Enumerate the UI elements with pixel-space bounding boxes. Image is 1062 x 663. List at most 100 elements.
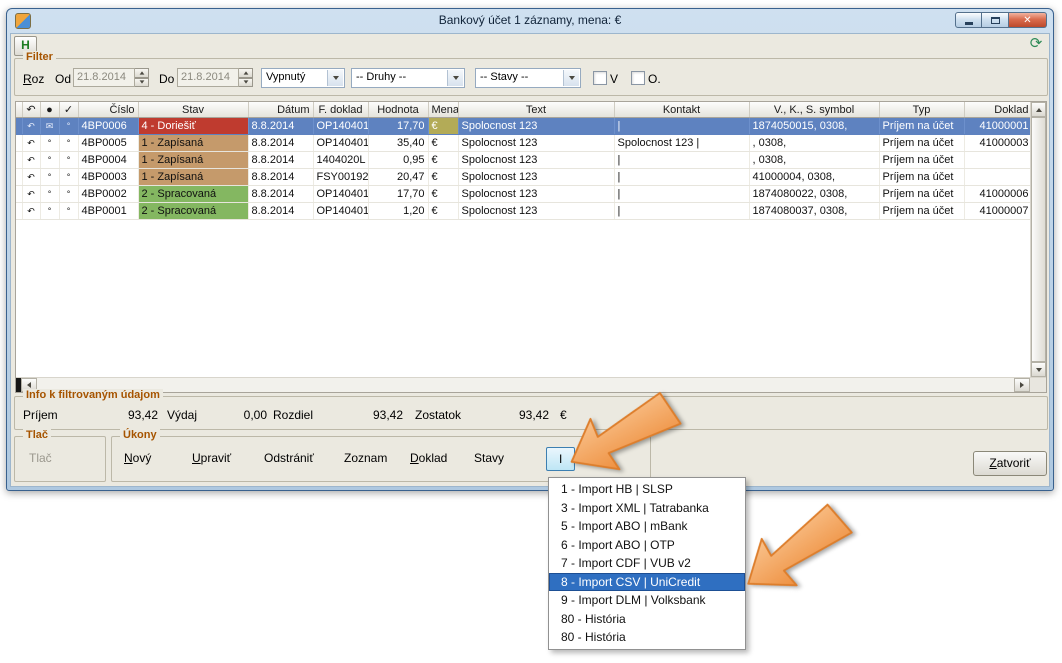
cell-check-icon: ° (59, 118, 78, 135)
action-button-5[interactable]: Doklad (410, 451, 447, 465)
scroll-right-icon[interactable] (1014, 378, 1030, 392)
table-row[interactable]: ↶°°4BP00012 - Spracovaná8.8.2014OP140401… (16, 203, 1032, 220)
column-header-symbol[interactable]: V., K., S. symbol (749, 102, 879, 118)
column-header-kontakt[interactable]: Kontakt (614, 102, 749, 118)
cell-doklad: 41000006 (964, 186, 1032, 203)
cell-check-icon: ° (59, 135, 78, 152)
date-from-value[interactable]: 21.8.2014 (73, 68, 135, 87)
screen: Bankový účet 1 záznamy, mena: € ✕ H ⟳ Fi… (0, 0, 1062, 663)
column-header-check-icon[interactable]: ✓ (59, 102, 78, 118)
druhy-select[interactable]: -- Druhy -- (351, 68, 465, 88)
action-button-1[interactable]: Nový (124, 451, 151, 465)
date-to-spinner[interactable] (239, 68, 253, 87)
column-header-datum[interactable]: Dátum (248, 102, 313, 118)
title-bar[interactable]: Bankový účet 1 záznamy, mena: € ✕ (7, 9, 1053, 32)
spin-down-icon[interactable] (135, 78, 149, 88)
column-header-stav[interactable]: Stav (138, 102, 248, 118)
chevron-down-icon[interactable] (447, 70, 463, 86)
cell-symbol: 1874080037, 0308, (749, 203, 879, 220)
cell-stav: 1 - Zapísaná (138, 152, 248, 169)
column-header-f-doklad[interactable]: F. doklad (313, 102, 368, 118)
roz-label[interactable]: Roz (23, 72, 44, 86)
stavy-select[interactable]: -- Stavy -- (475, 68, 581, 88)
table-row[interactable]: ↶°°4BP00031 - Zapísaná8.8.2014FSY0019220… (16, 169, 1032, 186)
cell-typ: Príjem na účet (879, 203, 964, 220)
column-header-doklad[interactable]: Doklad (964, 102, 1032, 118)
menu-item[interactable]: 3 - Import XML | Tatrabanka (549, 499, 745, 518)
cell-typ: Príjem na účet (879, 118, 964, 135)
minimize-button[interactable] (955, 12, 982, 28)
mode-select[interactable]: Vypnutý (261, 68, 345, 88)
import-menu: 1 - Import HB | SLSP3 - Import XML | Tat… (548, 477, 746, 650)
actions-legend: Úkony (120, 429, 160, 441)
menu-item[interactable]: 5 - Import ABO | mBank (549, 517, 745, 536)
column-header-text[interactable]: Text (458, 102, 614, 118)
cell-cislo: 4BP0006 (78, 118, 138, 135)
cell-check-icon: ° (59, 152, 78, 169)
cell-stav: 2 - Spracovaná (138, 186, 248, 203)
date-to-input[interactable]: 21.8.2014 (177, 68, 253, 87)
column-header-undo-icon[interactable]: ↶ (22, 102, 40, 118)
table-row[interactable]: ↶✉°4BP00064 - Doriešiť8.8.2014OP14040117… (16, 118, 1032, 135)
maximize-button[interactable] (982, 12, 1009, 28)
v-checkbox[interactable] (593, 71, 607, 85)
table-header-row: ↶●✓ČísloStavDátumF. dokladHodnotaMenaTex… (16, 102, 1032, 118)
scroll-up-icon[interactable] (1031, 102, 1046, 117)
spin-up-icon[interactable] (135, 68, 149, 78)
menu-item[interactable]: 1 - Import HB | SLSP (549, 480, 745, 499)
menu-item[interactable]: 80 - História (549, 610, 745, 629)
close-window-button[interactable]: ✕ (1009, 12, 1047, 28)
vertical-scrollbar[interactable] (1030, 102, 1046, 377)
print-button[interactable]: Tlač (29, 451, 52, 465)
date-from-spinner[interactable] (135, 68, 149, 87)
action-button-6[interactable]: Stavy (474, 451, 504, 465)
menu-item[interactable]: 6 - Import ABO | OTP (549, 536, 745, 555)
zostatok-currency: € (560, 408, 567, 422)
menu-item[interactable]: 8 - Import CSV | UniCredit (549, 573, 745, 592)
records-table: ↶●✓ČísloStavDátumF. dokladHodnotaMenaTex… (16, 102, 1033, 220)
cell-kontakt: | (614, 118, 749, 135)
cell-f-doklad: FSY00192 (313, 169, 368, 186)
cell-mena: € (428, 135, 458, 152)
column-header-flag-icon[interactable]: ● (40, 102, 59, 118)
column-header-cislo[interactable]: Číslo (78, 102, 138, 118)
spin-up-icon[interactable] (239, 68, 253, 78)
menu-item[interactable]: 9 - Import DLM | Volksbank (549, 591, 745, 610)
spin-down-icon[interactable] (239, 78, 253, 88)
chevron-down-icon[interactable] (563, 70, 579, 86)
action-button-2[interactable]: Upraviť (192, 451, 231, 465)
cell-flag-icon: ° (40, 203, 59, 220)
horizontal-scroll-track[interactable] (37, 378, 1014, 392)
cell-doklad: 41000007 (964, 203, 1032, 220)
cell-hodnota: 0,95 (368, 152, 428, 169)
o-checkbox[interactable] (631, 71, 645, 85)
chevron-down-icon[interactable] (327, 70, 343, 86)
menu-item[interactable]: 80 - História (549, 628, 745, 647)
column-header-mena[interactable]: Mena (428, 102, 458, 118)
refresh-icon[interactable]: ⟳ (1027, 35, 1045, 53)
cell-typ: Príjem na účet (879, 169, 964, 186)
table-row[interactable]: ↶°°4BP00051 - Zapísaná8.8.2014OP14040135… (16, 135, 1032, 152)
cell-hodnota: 17,70 (368, 118, 428, 135)
action-button-4[interactable]: Zoznam (344, 451, 387, 465)
cell-flag-icon: ✉ (40, 118, 59, 135)
scroll-down-icon[interactable] (1031, 362, 1046, 377)
close-button[interactable]: Zatvoriť (973, 451, 1047, 476)
table-row[interactable]: ↶°°4BP00041 - Zapísaná8.8.20141404020L0,… (16, 152, 1032, 169)
menu-item[interactable]: 7 - Import CDF | VUB v2 (549, 554, 745, 573)
date-from-input[interactable]: 21.8.2014 (73, 68, 149, 87)
cell-cislo: 4BP0005 (78, 135, 138, 152)
cell-f-doklad: OP140401 (313, 203, 368, 220)
vertical-scroll-thumb[interactable] (1031, 117, 1046, 362)
column-header-typ[interactable]: Typ (879, 102, 964, 118)
cell-doklad: 41000001 (964, 118, 1032, 135)
table-row[interactable]: ↶°°4BP00022 - Spracovaná8.8.2014OP140401… (16, 186, 1032, 203)
cell-cislo: 4BP0004 (78, 152, 138, 169)
date-to-value[interactable]: 21.8.2014 (177, 68, 239, 87)
cell-datum: 8.8.2014 (248, 135, 313, 152)
cell-undo-icon: ↶ (22, 169, 40, 186)
vydaj-value: 0,00 (205, 408, 267, 422)
column-header-hodnota[interactable]: Hodnota (368, 102, 428, 118)
action-button-3[interactable]: Odstrániť (264, 451, 314, 465)
horizontal-scrollbar[interactable] (16, 377, 1046, 392)
